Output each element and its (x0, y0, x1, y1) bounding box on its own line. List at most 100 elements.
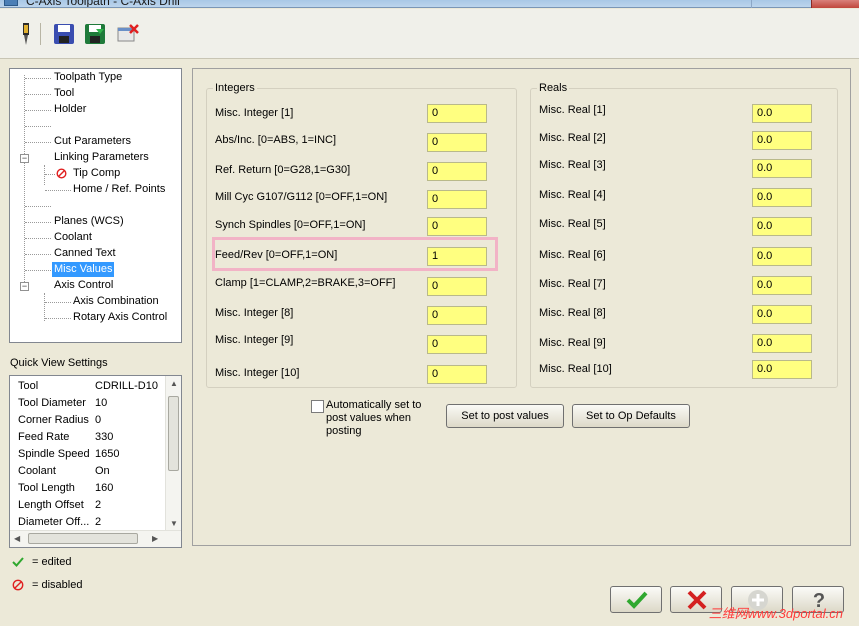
horizontal-scrollbar[interactable]: ◀ ▶ (10, 530, 181, 547)
misc-real-9-input[interactable]: 0.0 (752, 334, 812, 353)
field-label: Misc. Real [7] (539, 278, 606, 290)
navigation-tree: − − Toolpath Type Tool Holder Cut Parame… (9, 68, 182, 343)
tree-connector (45, 190, 71, 191)
tree-item-axis-combination[interactable]: Axis Combination (73, 294, 159, 309)
misc-integer-9-input[interactable]: 0 (427, 335, 487, 354)
misc-real-3-input[interactable]: 0.0 (752, 159, 812, 178)
legend-disabled-label: = disabled (32, 579, 83, 591)
quick-view-key: Tool Diameter (18, 397, 86, 409)
misc-real-5-input[interactable]: 0.0 (752, 217, 812, 236)
set-post-values-button[interactable]: Set to post values (446, 404, 564, 428)
tree-connector (44, 165, 45, 185)
tool-icon[interactable] (14, 21, 38, 47)
quick-view-key: Corner Radius (18, 414, 89, 426)
tree-item-coolant[interactable]: Coolant (54, 230, 92, 245)
misc-integer-8-input[interactable]: 0 (427, 306, 487, 325)
scroll-left-icon[interactable]: ◀ (14, 534, 20, 543)
integers-group-title: Integers (213, 82, 257, 94)
abs-inc-input[interactable]: 0 (427, 133, 487, 152)
list-item: Length Offset 2 (18, 497, 178, 514)
quick-view-key: Length Offset (18, 499, 84, 511)
window-controls[interactable] (751, 0, 811, 8)
collapse-icon[interactable]: − (20, 154, 29, 163)
delete-icon[interactable] (116, 21, 140, 47)
set-op-defaults-button[interactable]: Set to Op Defaults (572, 404, 690, 428)
field-label: Misc. Real [1] (539, 104, 606, 116)
list-item: Coolant On (18, 463, 178, 480)
tree-item-holder[interactable]: Holder (54, 102, 86, 117)
quick-view-value: On (95, 465, 110, 477)
scroll-down-icon[interactable]: ▼ (170, 519, 178, 528)
quick-view-value: 1650 (95, 448, 120, 460)
feed-rev-input[interactable]: 1 (427, 247, 487, 266)
tree-connector (24, 75, 25, 290)
collapse-icon[interactable]: − (20, 282, 29, 291)
field-label: Abs/Inc. [0=ABS, 1=INC] (215, 134, 337, 146)
disabled-icon (56, 168, 67, 182)
checkmark-icon (12, 556, 24, 573)
mill-cyc-input[interactable]: 0 (427, 190, 487, 209)
field-label: Misc. Integer [8] (215, 307, 294, 319)
auto-set-checkbox[interactable] (311, 400, 324, 413)
list-item: Tool Diameter 10 (18, 395, 178, 412)
misc-real-2-input[interactable]: 0.0 (752, 131, 812, 150)
tree-item-misc-values[interactable]: Misc Values (52, 262, 115, 277)
tree-connector (44, 293, 45, 321)
field-label: Feed/Rev [0=OFF,1=ON] (215, 249, 338, 261)
toolbar-separator (40, 23, 41, 45)
tree-item-rotary-axis-control[interactable]: Rotary Axis Control (73, 310, 167, 325)
misc-integer-10-input[interactable]: 0 (427, 365, 487, 384)
ok-button[interactable] (610, 586, 662, 613)
field-label: Mill Cyc G107/G112 [0=OFF,1=ON] (215, 191, 388, 203)
scroll-right-icon[interactable]: ▶ (152, 534, 158, 543)
list-item: Tool Length 160 (18, 480, 178, 497)
misc-real-1-input[interactable]: 0.0 (752, 104, 812, 123)
scroll-thumb[interactable] (168, 396, 179, 471)
clamp-input[interactable]: 0 (427, 277, 487, 296)
tree-item-tip-comp[interactable]: Tip Comp (73, 166, 120, 181)
app-icon (4, 0, 18, 6)
quick-view-value: 160 (95, 482, 114, 494)
ref-return-input[interactable]: 0 (427, 162, 487, 181)
scroll-up-icon[interactable]: ▲ (170, 379, 178, 388)
save-as-icon[interactable] (83, 21, 107, 47)
list-item: Tool CDRILL-D10 (18, 378, 178, 395)
vertical-scrollbar[interactable]: ▲ ▼ (165, 376, 181, 531)
list-item: Spindle Speed 1650 (18, 446, 178, 463)
quick-view-value: 0 (95, 414, 102, 426)
tree-item-planes-wcs[interactable]: Planes (WCS) (54, 214, 124, 229)
quick-view-key: Feed Rate (18, 431, 70, 443)
synch-spindles-input[interactable]: 0 (427, 217, 487, 236)
field-label: Misc. Real [10] (539, 363, 612, 375)
tree-connector (45, 302, 71, 303)
tree-item-toolpath-type[interactable]: Toolpath Type (54, 70, 122, 85)
tree-item-axis-control[interactable]: Axis Control (54, 278, 113, 293)
misc-real-4-input[interactable]: 0.0 (752, 188, 812, 207)
misc-real-7-input[interactable]: 0.0 (752, 276, 812, 295)
tree-item-tool[interactable]: Tool (54, 86, 74, 101)
misc-integer-1-input[interactable]: 0 (427, 104, 487, 123)
tree-connector (25, 78, 51, 79)
quick-view-value: 330 (95, 431, 114, 443)
quick-view-value: 2 (95, 499, 102, 511)
close-button[interactable] (811, 0, 859, 8)
tree-item-canned-text[interactable]: Canned Text (54, 246, 116, 261)
misc-real-10-input[interactable]: 0.0 (752, 360, 812, 379)
window-title: C-Axis Toolpath - C-Axis Drill (26, 0, 180, 8)
tree-item-home-ref-points[interactable]: Home / Ref. Points (73, 182, 165, 197)
misc-real-8-input[interactable]: 0.0 (752, 305, 812, 324)
tree-connector (25, 270, 51, 271)
tree-item-cut-parameters[interactable]: Cut Parameters (54, 134, 131, 149)
quick-view-value: 10 (95, 397, 108, 409)
tree-item-linking-parameters[interactable]: Linking Parameters (54, 150, 149, 165)
tree-connector (45, 174, 55, 175)
tree-connector (25, 206, 51, 207)
misc-real-6-input[interactable]: 0.0 (752, 247, 812, 266)
auto-set-label: Automatically set to post values when po… (326, 399, 422, 437)
field-label: Misc. Integer [9] (215, 334, 294, 346)
tree-connector (25, 126, 51, 127)
save-icon[interactable] (52, 21, 76, 47)
scroll-thumb[interactable] (28, 533, 138, 544)
tree-connector (25, 110, 51, 111)
tree-connector (25, 254, 51, 255)
